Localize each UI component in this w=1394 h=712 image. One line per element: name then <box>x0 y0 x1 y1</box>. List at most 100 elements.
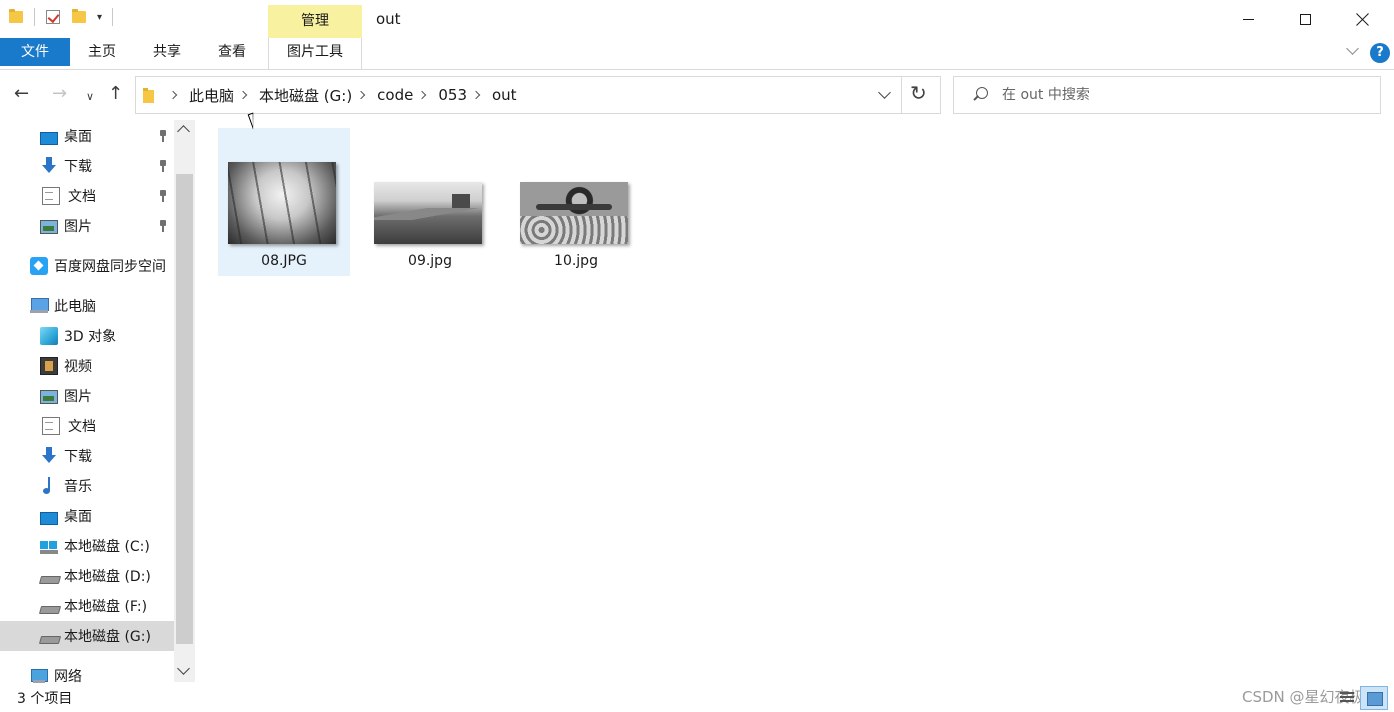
breadcrumb-chevron-icon[interactable] <box>238 90 248 100</box>
forward-arrow-icon[interactable]: → <box>52 82 67 106</box>
sidebar-item-downloads[interactable]: 下载 <box>40 441 172 471</box>
breadcrumb-code[interactable]: code <box>377 86 413 104</box>
breadcrumb-053[interactable]: 053 <box>438 86 467 104</box>
download-icon <box>40 447 58 465</box>
maximize-icon <box>1299 13 1311 25</box>
file-item[interactable]: 09.jpg <box>364 128 496 276</box>
sidebar-item-drive-g[interactable]: 本地磁盘 (G:) <box>0 621 174 651</box>
folder-icon <box>8 9 24 25</box>
back-arrow-icon[interactable]: ← <box>14 82 29 106</box>
file-item[interactable]: 08.JPG <box>218 128 350 276</box>
sidebar-item-label: 视频 <box>64 359 92 375</box>
file-item[interactable]: 10.jpg <box>510 128 642 276</box>
properties-icon[interactable] <box>45 9 61 25</box>
address-bar[interactable]: 此电脑 本地磁盘 (G:) code 053 out ↻ <box>135 76 941 114</box>
customize-toolbar-chevron-icon[interactable]: ▾ <box>97 12 102 23</box>
ribbon-tabs: 文件 主页 共享 查看 图片工具 ? <box>0 38 1394 70</box>
sidebar-item-this-pc[interactable]: 此电脑 <box>30 291 174 321</box>
sidebar-item-desktop-pinned[interactable]: 桌面 <box>40 121 172 151</box>
tab-manage[interactable]: 管理 <box>268 5 362 38</box>
sidebar-scrollbar[interactable] <box>174 120 195 682</box>
folder-icon <box>142 87 156 103</box>
sidebar-item-documents[interactable]: 文档 <box>40 411 172 441</box>
sidebar-item-downloads-pinned[interactable]: 下载 <box>40 151 172 181</box>
sidebar-item-baidu-netdisk[interactable]: 百度网盘同步空间 <box>30 251 174 281</box>
close-button[interactable] <box>1334 0 1392 38</box>
breadcrumb-out[interactable]: out <box>492 86 517 104</box>
windows-drive-icon <box>40 537 58 555</box>
scroll-up-chevron-icon[interactable] <box>177 125 190 138</box>
new-folder-icon[interactable] <box>71 9 87 25</box>
music-icon <box>40 477 58 495</box>
desktop-icon <box>40 131 58 145</box>
minimize-icon <box>1242 18 1254 20</box>
sidebar-item-drive-c[interactable]: 本地磁盘 (C:) <box>40 531 172 561</box>
baidu-netdisk-icon <box>30 257 48 275</box>
search-box[interactable] <box>953 76 1381 114</box>
breadcrumb-chevron-icon[interactable] <box>168 90 178 100</box>
sidebar-item-label: 音乐 <box>64 479 92 495</box>
sidebar-item-label: 3D 对象 <box>64 329 117 345</box>
sidebar-item-documents-pinned[interactable]: 文档 <box>40 181 172 211</box>
sidebar-item-music[interactable]: 音乐 <box>40 471 172 501</box>
sidebar-item-3d-objects[interactable]: 3D 对象 <box>40 321 172 351</box>
tab-view[interactable]: 查看 <box>200 38 264 66</box>
breadcrumb-this-pc[interactable]: 此电脑 <box>189 85 234 106</box>
help-button[interactable]: ? <box>1370 43 1390 63</box>
file-name: 10.jpg <box>554 253 598 269</box>
file-name: 09.jpg <box>408 253 452 269</box>
tab-file[interactable]: 文件 <box>0 38 70 66</box>
large-icons-view-icon[interactable] <box>1360 686 1388 710</box>
drive-icon <box>40 597 58 615</box>
search-input[interactable] <box>1002 85 1362 105</box>
sidebar-item-pictures[interactable]: 图片 <box>40 381 172 411</box>
breadcrumb-drive-g[interactable]: 本地磁盘 (G:) <box>259 85 352 106</box>
maximize-button[interactable] <box>1276 0 1334 38</box>
refresh-icon[interactable]: ↻ <box>910 81 927 105</box>
sidebar-item-label: 桌面 <box>64 509 92 525</box>
tab-share[interactable]: 共享 <box>134 38 200 66</box>
details-view-icon[interactable] <box>1338 690 1356 706</box>
file-list: 08.JPG 09.jpg 10.jpg <box>196 120 1394 686</box>
sidebar-item-label: 百度网盘同步空间 <box>54 259 166 275</box>
sidebar-item-desktop[interactable]: 桌面 <box>40 501 172 531</box>
file-name: 08.JPG <box>261 253 307 269</box>
image-thumbnail <box>374 182 482 244</box>
scrollbar-thumb[interactable] <box>176 174 193 644</box>
navigation-pane: 桌面 下载 文档 图片 百度网盘同步空间 此电脑 3D 对象 视频 图片 文档 <box>0 120 196 686</box>
breadcrumb-chevron-icon[interactable] <box>471 90 481 100</box>
expand-ribbon-chevron-icon[interactable] <box>1346 46 1360 56</box>
sidebar-item-network[interactable]: 网络 <box>30 661 174 686</box>
title-bar: ▾ 管理 out <box>0 0 1394 38</box>
search-icon <box>972 87 988 103</box>
sidebar-item-pictures-pinned[interactable]: 图片 <box>40 211 172 241</box>
sidebar-item-drive-f[interactable]: 本地磁盘 (F:) <box>40 591 172 621</box>
window-title: out <box>376 10 401 28</box>
tab-picture-tools[interactable]: 图片工具 <box>268 38 362 69</box>
breadcrumb: 此电脑 本地磁盘 (G:) code 053 out <box>164 77 517 113</box>
sidebar-item-videos[interactable]: 视频 <box>40 351 172 381</box>
pictures-icon <box>40 220 58 234</box>
sidebar-item-drive-d[interactable]: 本地磁盘 (D:) <box>40 561 172 591</box>
close-icon <box>1356 12 1370 26</box>
image-thumbnail <box>228 162 336 244</box>
recent-locations-chevron-icon[interactable]: ∨ <box>86 85 94 109</box>
document-icon <box>42 417 60 435</box>
sidebar-item-label: 桌面 <box>64 129 92 145</box>
tab-home[interactable]: 主页 <box>70 38 134 66</box>
breadcrumb-chevron-icon[interactable] <box>356 90 366 100</box>
address-divider <box>901 77 902 113</box>
drive-icon <box>40 567 58 585</box>
address-history-chevron-icon[interactable] <box>876 87 892 103</box>
breadcrumb-chevron-icon[interactable] <box>418 90 427 100</box>
minimize-button[interactable] <box>1219 0 1277 38</box>
pin-icon <box>158 190 168 202</box>
up-arrow-icon[interactable]: ↑ <box>108 82 123 106</box>
drive-icon <box>40 627 58 645</box>
sidebar-item-label: 此电脑 <box>54 299 96 315</box>
scroll-down-chevron-icon[interactable] <box>177 662 190 675</box>
quick-access-toolbar: ▾ <box>8 8 123 26</box>
sidebar-item-label: 文档 <box>68 189 96 205</box>
pin-icon <box>158 160 168 172</box>
download-icon <box>40 157 58 175</box>
